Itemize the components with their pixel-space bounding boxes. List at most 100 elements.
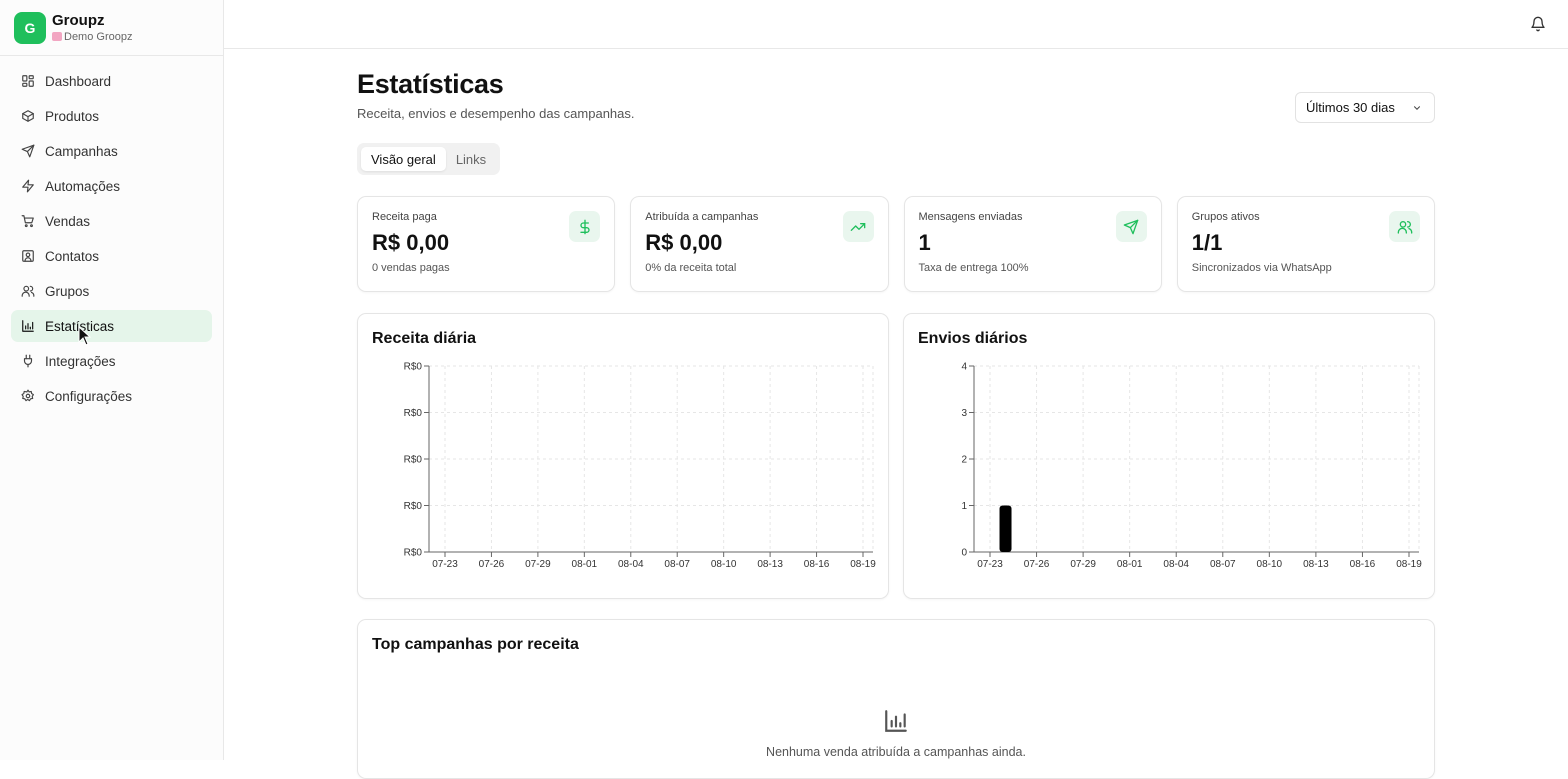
stat-subtext: 0 vendas pagas xyxy=(372,262,450,274)
x-tick-label: 07-29 xyxy=(1070,559,1096,570)
trending-up-icon xyxy=(842,211,874,242)
sidebar-item-bar-chart[interactable]: Estatísticas xyxy=(11,310,212,342)
brand-header[interactable]: G Groupz Demo Groopz xyxy=(0,0,223,56)
shopping-bag-icon xyxy=(52,32,62,41)
cart-icon xyxy=(21,214,35,228)
stat-label: Receita paga xyxy=(372,211,437,223)
dashboard-icon xyxy=(21,74,35,88)
sidebar-item-package[interactable]: Produtos xyxy=(11,100,212,132)
x-tick-label: 08-16 xyxy=(804,559,830,570)
package-icon xyxy=(21,109,35,123)
stat-label: Grupos ativos xyxy=(1191,211,1260,223)
sidebar-item-cart[interactable]: Vendas xyxy=(11,205,212,237)
x-tick-label: 08-01 xyxy=(572,559,598,570)
y-tick-label: R$0 xyxy=(404,501,423,512)
x-tick-label: 07-26 xyxy=(479,559,505,570)
app-name: Groupz xyxy=(52,11,105,29)
sidebar-item-send[interactable]: Campanhas xyxy=(11,135,212,167)
daily-sends-chart: 0 1 2 3 4 07-23 07-26 07-29 08-01 08-04 08-07 08-10… xyxy=(961,362,1422,571)
y-tick-label: R$0 xyxy=(404,455,423,466)
sidebar-item-label: Campanhas xyxy=(45,143,118,159)
sidebar-item-label: Integrações xyxy=(45,353,116,369)
x-tick-label: 08-16 xyxy=(1350,559,1376,570)
send-icon xyxy=(21,144,35,158)
sidebar: G Groupz Demo Groopz Dashboard Produtos Ca… xyxy=(0,0,224,760)
sidebar-item-plug[interactable]: Integrações xyxy=(11,345,212,377)
y-tick-label: 1 xyxy=(961,501,967,512)
x-tick-label: 08-04 xyxy=(618,559,644,570)
contact-icon xyxy=(21,249,35,263)
sidebar-item-zap[interactable]: Automações xyxy=(11,170,212,202)
users-icon xyxy=(21,284,35,298)
sidebar-item-label: Configurações xyxy=(45,388,133,404)
x-tick-label: 08-07 xyxy=(664,559,690,570)
sidebar-item-contact[interactable]: Contatos xyxy=(11,240,212,272)
daily-sends-panel: Envios diários 0 1 2 3 4 07-23 07-26 07-29 08-01… xyxy=(903,313,1435,599)
x-tick-label: 07-29 xyxy=(525,559,551,570)
x-tick-label: 07-26 xyxy=(1024,559,1050,570)
users-icon xyxy=(1389,211,1420,242)
sidebar-nav: Dashboard Produtos Campanhas Automações Vend… xyxy=(0,56,223,424)
y-tick-label: R$0 xyxy=(404,362,423,373)
sidebar-item-label: Vendas xyxy=(45,213,91,229)
x-tick-label: 07-23 xyxy=(977,559,1003,570)
chevron-down-icon xyxy=(1413,106,1421,110)
x-tick-label: 08-19 xyxy=(850,559,876,570)
daily-revenue-chart: R$0 R$0 R$0 R$0 R$0 07-23 07-26 07-29 08-01 08-04… xyxy=(404,362,877,571)
stat-subtext: 0% da receita total xyxy=(645,262,737,274)
stat-value: R$ 0,00 xyxy=(645,230,723,255)
x-tick-label: 08-07 xyxy=(1210,559,1236,570)
y-tick-label: 4 xyxy=(961,362,967,373)
sidebar-item-label: Contatos xyxy=(45,248,100,264)
daily-revenue-panel: Receita diária R$0 R$0 R$0 R$0 R$0 07-23 07-26… xyxy=(357,313,889,599)
y-tick-label: R$0 xyxy=(404,408,423,419)
x-tick-label: 07-23 xyxy=(432,559,458,570)
x-tick-label: 08-19 xyxy=(1396,559,1422,570)
date-range-select[interactable]: Últimos 30 dias xyxy=(1295,92,1435,123)
page-title: Estatísticas xyxy=(357,69,504,99)
stat-subtext: Taxa de entrega 100% xyxy=(918,262,1029,274)
x-tick-label: 08-13 xyxy=(1303,559,1329,570)
stat-value: 1/1 xyxy=(1191,230,1223,255)
bar-chart-icon xyxy=(885,710,907,732)
stat-value: R$ 0,00 xyxy=(372,230,450,255)
sidebar-item-label: Automações xyxy=(45,178,121,194)
empty-state-text: Nenhuma venda atribuída a campanhas aind… xyxy=(766,745,1026,759)
empty-state: Nenhuma venda atribuída a campanhas aind… xyxy=(358,708,1434,759)
zap-icon xyxy=(21,179,35,193)
send-icon xyxy=(1115,211,1147,242)
app-logo: G xyxy=(14,11,46,44)
workspace-name[interactable]: Demo Groopz xyxy=(52,30,132,44)
bell-icon[interactable] xyxy=(1530,16,1546,32)
stat-card: Atribuída a campanhas R$ 0,00 0% da receit… xyxy=(630,196,889,292)
dollar-icon xyxy=(569,211,601,242)
stat-subtext: Sincronizados via WhatsApp xyxy=(1191,262,1332,274)
stat-label: Mensagens enviadas xyxy=(918,211,1023,223)
stat-cards: Receita paga R$ 0,00 0 vendas pagas Atribuí… xyxy=(357,196,1435,292)
stat-card: Receita paga R$ 0,00 0 vendas pagas xyxy=(357,196,616,292)
stat-label: Atribuída a campanhas xyxy=(645,211,759,223)
y-tick-label: 0 xyxy=(961,548,967,559)
view-tabs: Visão geral Links xyxy=(357,143,501,175)
stat-card: Mensagens enviadas 1 Taxa de entrega 100% xyxy=(903,196,1162,292)
bar-chart-icon xyxy=(21,319,35,333)
x-tick-label: 08-04 xyxy=(1163,559,1189,570)
sidebar-item-label: Grupos xyxy=(45,283,90,299)
top-campaigns-title: Top campanhas por receita xyxy=(372,636,579,653)
y-tick-label: R$0 xyxy=(404,548,423,559)
tab-links[interactable]: Links xyxy=(446,147,496,171)
sidebar-item-gear[interactable]: Configurações xyxy=(11,380,212,412)
stat-value: 1 xyxy=(918,230,931,255)
plug-icon xyxy=(21,354,35,368)
sidebar-item-dashboard[interactable]: Dashboard xyxy=(11,65,212,97)
sidebar-item-users[interactable]: Grupos xyxy=(11,275,212,307)
x-tick-label: 08-10 xyxy=(711,559,737,570)
page-subtitle: Receita, envios e desempenho das campanh… xyxy=(357,106,635,121)
gear-icon xyxy=(21,389,35,403)
topbar xyxy=(224,0,1568,49)
date-range-value: Últimos 30 dias xyxy=(1306,100,1395,115)
x-tick-label: 08-01 xyxy=(1117,559,1143,570)
x-tick-label: 08-10 xyxy=(1257,559,1283,570)
chart-bar[interactable] xyxy=(999,505,1012,553)
tab-overview[interactable]: Visão geral xyxy=(361,147,446,171)
